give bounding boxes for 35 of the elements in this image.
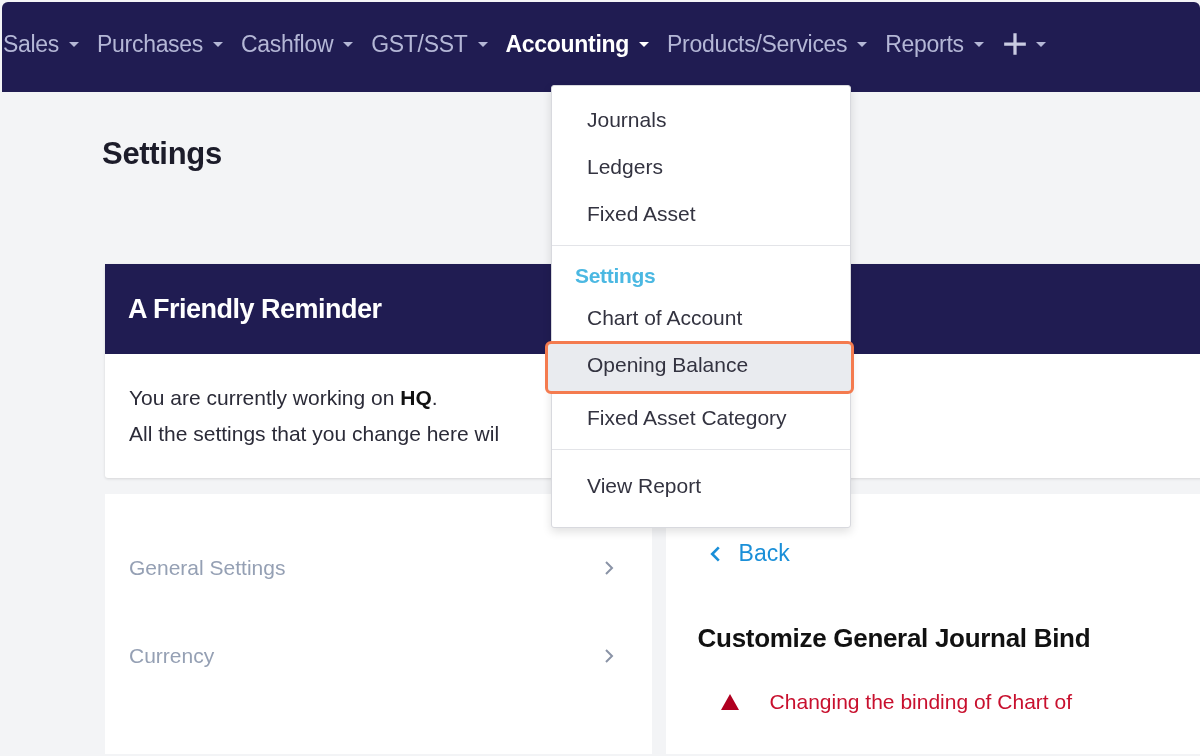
- dropdown-menu-item[interactable]: Opening Balance: [545, 341, 854, 394]
- nav-menu-item[interactable]: Cashflow: [241, 30, 372, 58]
- warning-icon: [719, 693, 740, 711]
- reminder-text: You are currently working on HQ.: [129, 385, 438, 411]
- reminder-title: A Friendly Reminder: [128, 293, 382, 325]
- plus-icon: [1001, 31, 1028, 57]
- dropdown-menu-item[interactable]: View Report: [552, 462, 850, 509]
- caret-icon: [213, 41, 223, 47]
- caret-icon: [639, 41, 650, 47]
- reminder-text: All the settings that you change here wil: [129, 421, 500, 447]
- caret-icon: [343, 41, 354, 47]
- nav-menu-item[interactable]: GST/SST: [371, 30, 506, 58]
- warning-text: Changing the binding of Chart of: [769, 690, 1072, 714]
- caret-icon: [857, 41, 868, 47]
- dropdown-menu-item[interactable]: Ledgers: [552, 143, 850, 190]
- menu-section-heading: Settings: [574, 263, 657, 289]
- nav-menu-item[interactable]: Accounting: [505, 30, 668, 58]
- chevron-right-icon: [603, 560, 614, 576]
- dropdown-menu-item[interactable]: Journals: [552, 96, 850, 143]
- nav-menu-item[interactable]: Products/Services: [667, 30, 886, 58]
- dropdown-menu-item[interactable]: Chart of Account: [552, 294, 850, 341]
- caret-icon: [1035, 41, 1046, 47]
- caret-icon: [477, 41, 488, 47]
- nav-menu-item[interactable]: Reports: [885, 30, 1002, 58]
- chevron-right-icon: [603, 648, 614, 664]
- caret-icon: [973, 41, 984, 47]
- section-title: Customize General Journal Bind: [697, 623, 1091, 654]
- dropdown-menu-item[interactable]: Fixed Asset Category: [552, 394, 850, 441]
- chevron-left-icon: [709, 544, 721, 563]
- dropdown-menu-item[interactable]: Fixed Asset: [552, 190, 850, 237]
- nav-menu-item[interactable]: Sales: [3, 30, 98, 58]
- caret-icon: [69, 41, 80, 47]
- back-link[interactable]: Back: [709, 540, 790, 567]
- page-title: Settings: [102, 136, 222, 172]
- nav-menu-item[interactable]: Purchases: [97, 30, 241, 58]
